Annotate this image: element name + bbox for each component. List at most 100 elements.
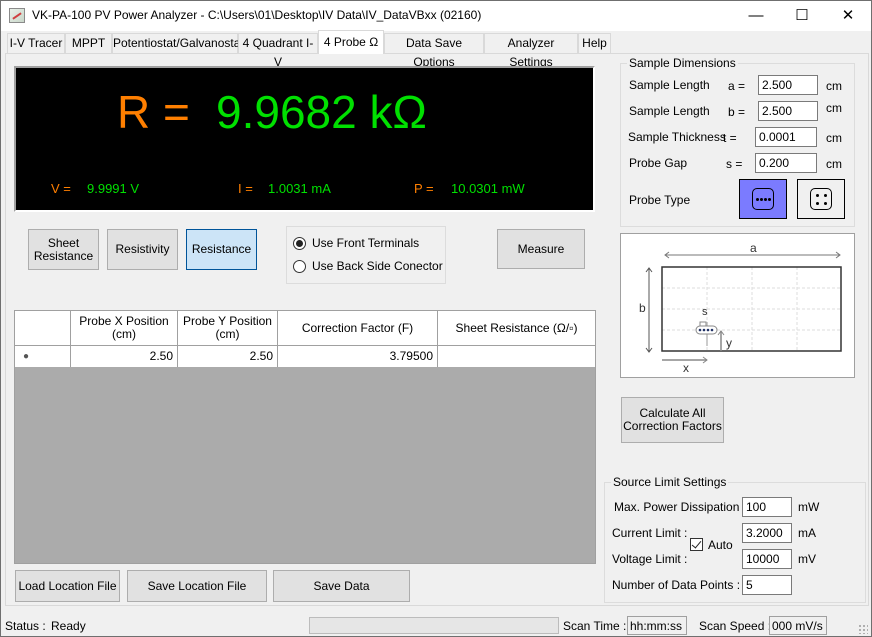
sample-length-a-input[interactable]: 2.500 xyxy=(758,75,818,95)
tab-help[interactable]: Help xyxy=(578,33,611,53)
tab-mppt[interactable]: MPPT xyxy=(65,33,112,53)
tab-data-save-options[interactable]: Data Save Options xyxy=(384,33,484,69)
close-icon: ✕ xyxy=(841,7,855,24)
voltage-limit-label: Voltage Limit : xyxy=(612,552,688,566)
auto-checkbox[interactable] xyxy=(690,538,703,551)
back-connector-option[interactable]: Use Back Side Conector xyxy=(293,259,443,273)
resistance-button[interactable]: Resistance xyxy=(186,229,257,270)
save-location-file-button[interactable]: Save Location File xyxy=(127,570,267,602)
diagram-label-y: y xyxy=(726,336,732,350)
probe-gap-symbol: s = xyxy=(726,157,743,171)
front-terminals-option[interactable]: Use Front Terminals xyxy=(293,236,419,250)
back-connector-radio[interactable] xyxy=(293,259,306,273)
current-limit-unit: mA xyxy=(798,526,816,540)
square-probe-icon xyxy=(810,188,832,210)
probe-type-label: Probe Type xyxy=(629,193,691,207)
power-label: P = xyxy=(414,181,434,196)
window-title: VK-PA-100 PV Power Analyzer - C:\Users\0… xyxy=(32,8,482,22)
row-header-column xyxy=(15,311,71,345)
max-power-input[interactable]: 100 xyxy=(742,497,792,517)
max-power-unit: mW xyxy=(798,500,820,514)
front-terminals-radio[interactable] xyxy=(293,236,306,250)
diagram-gridlines xyxy=(662,267,841,351)
sample-length-b-input[interactable]: 2.500 xyxy=(758,101,818,121)
diagram-label-a: a xyxy=(750,241,757,255)
data-points-label: Number of Data Points : xyxy=(612,578,741,592)
cell-probe-x[interactable]: 2.50 xyxy=(71,346,178,367)
data-points-input[interactable]: 5 xyxy=(742,575,792,595)
tab-analyzer-settings[interactable]: Analyzer Settings xyxy=(484,33,578,69)
sample-dimensions-title: Sample Dimensions xyxy=(627,56,738,70)
column-header-sheet-resistance[interactable]: Sheet Resistance (Ω/▫) xyxy=(438,311,595,345)
sample-length-a-unit: cm xyxy=(826,79,842,93)
voltage-limit-unit: mV xyxy=(798,552,816,566)
diagram-label-b: b xyxy=(639,301,646,315)
voltage-limit-input[interactable]: 10000 xyxy=(742,549,792,569)
measurement-display: R = 9.9682 kΩ V = 9.9991 V I = 1.0031 mA… xyxy=(14,66,595,212)
max-power-label: Max. Power Dissipation : xyxy=(614,500,747,514)
scan-speed-label: Scan Speed : xyxy=(699,619,772,633)
voltage-label: V = xyxy=(51,181,71,196)
current-label: I = xyxy=(238,181,253,196)
resistivity-button[interactable]: Resistivity xyxy=(107,229,178,270)
source-limit-settings-title: Source Limit Settings xyxy=(611,475,729,489)
grid-header: Probe X Position (cm) Probe Y Position (… xyxy=(15,311,595,345)
diagram-label-x: x xyxy=(683,361,689,375)
tab-potentiostat[interactable]: Potentiostat/Galvanostat xyxy=(112,33,244,53)
terminal-selection-group: Use Front Terminals Use Back Side Conect… xyxy=(286,226,446,284)
voltage-value: 9.9991 V xyxy=(87,181,140,196)
sample-length-a-label: Sample Length xyxy=(629,78,710,92)
current-limit-input[interactable]: 3.2000 xyxy=(742,523,792,543)
sample-geometry-diagram: a b s y x xyxy=(620,233,855,378)
column-header-probe-x[interactable]: Probe X Position (cm) xyxy=(71,311,178,345)
sample-length-a-symbol: a = xyxy=(728,79,746,93)
probe-gap-unit: cm xyxy=(826,157,842,171)
linear-probe-button[interactable] xyxy=(739,179,787,219)
table-row[interactable]: ● 2.50 2.50 3.79500 xyxy=(15,345,595,367)
square-probe-button[interactable] xyxy=(797,179,845,219)
probe-gap-input[interactable]: 0.200 xyxy=(755,153,817,173)
save-data-button[interactable]: Save Data xyxy=(273,570,410,602)
new-row-marker-icon: ● xyxy=(23,351,30,362)
cell-probe-y[interactable]: 2.50 xyxy=(178,346,278,367)
column-header-probe-y[interactable]: Probe Y Position (cm) xyxy=(178,311,278,345)
minimize-button[interactable]: — xyxy=(733,1,779,31)
tab-4-probe[interactable]: 4 Probe Ω xyxy=(318,30,384,54)
tab-4-quadrant[interactable]: 4 Quadrant I-V xyxy=(238,33,318,69)
resistance-label: R = xyxy=(117,86,190,138)
app-icon xyxy=(9,8,25,23)
resistance-value: 9.9682 kΩ xyxy=(216,86,427,138)
probe-position-grid[interactable]: Probe X Position (cm) Probe Y Position (… xyxy=(14,310,596,564)
status-value: Ready xyxy=(51,619,86,633)
scan-time-value: hh:mm:ss xyxy=(627,616,687,635)
sheet-resistance-button[interactable]: Sheet Resistance xyxy=(28,229,99,270)
status-label: Status : xyxy=(5,619,46,633)
tab-iv-tracer[interactable]: I-V Tracer xyxy=(7,33,65,53)
resize-grip[interactable] xyxy=(858,624,868,634)
sample-length-b-label: Sample Length xyxy=(629,104,710,118)
minimize-icon: — xyxy=(748,7,764,24)
close-button[interactable]: ✕ xyxy=(825,1,871,31)
auto-label: Auto xyxy=(708,538,733,552)
probe-gap-label: Probe Gap xyxy=(629,156,688,170)
load-location-file-button[interactable]: Load Location File xyxy=(15,570,120,602)
diagram-label-s: s xyxy=(702,306,708,318)
maximize-button[interactable]: ☐ xyxy=(779,1,825,31)
cell-sheet-resistance[interactable] xyxy=(438,346,595,367)
scan-speed-value: 000 mV/s xyxy=(769,616,827,635)
column-header-correction-factor[interactable]: Correction Factor (F) xyxy=(278,311,438,345)
sample-length-b-symbol: b = xyxy=(728,105,746,119)
sample-thickness-input[interactable]: 0.0001 xyxy=(755,127,817,147)
current-limit-label: Current Limit : xyxy=(612,526,688,540)
front-terminals-label: Use Front Terminals xyxy=(312,236,420,250)
measure-button[interactable]: Measure xyxy=(497,229,585,269)
linear-probe-icon xyxy=(752,188,774,210)
sample-thickness-label: Sample Thickness xyxy=(628,130,726,144)
sample-thickness-unit: cm xyxy=(826,131,842,145)
app-window: VK-PA-100 PV Power Analyzer - C:\Users\0… xyxy=(0,0,872,637)
cell-correction-factor[interactable]: 3.79500 xyxy=(278,346,438,367)
sample-length-b-unit: cm xyxy=(826,101,842,115)
power-value: 10.0301 mW xyxy=(451,181,525,196)
calculate-correction-factors-button[interactable]: Calculate All Correction Factors xyxy=(621,397,724,443)
maximize-icon: ☐ xyxy=(795,7,809,24)
